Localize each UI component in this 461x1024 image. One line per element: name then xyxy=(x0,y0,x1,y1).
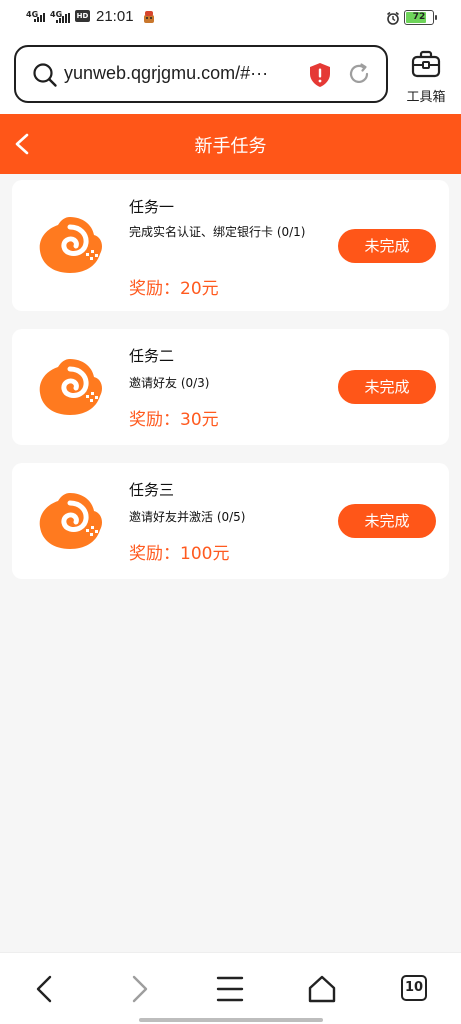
task-card: 任务三 邀请好友并激活 (0/5) 奖励：100元 未完成 xyxy=(12,463,449,579)
signal-icon xyxy=(34,13,45,22)
task-card: 任务二 邀请好友 (0/3) 奖励：30元 未完成 xyxy=(12,329,449,445)
task-status-button[interactable]: 未完成 xyxy=(338,229,436,263)
reload-icon[interactable] xyxy=(347,62,371,86)
alarm-icon xyxy=(387,11,399,25)
page-title: 新手任务 xyxy=(194,136,267,157)
toolbox-button[interactable]: 工具箱 xyxy=(398,46,454,106)
battery-level: 72 xyxy=(412,12,426,22)
mascot-icon xyxy=(144,11,154,23)
task-description: 完成实名认证、绑定银行卡 (0/1) xyxy=(129,225,306,239)
security-shield-icon[interactable] xyxy=(309,62,331,88)
task-description: 邀请好友 (0/3) xyxy=(129,376,210,390)
task-list: 任务一 完成实名认证、绑定银行卡 (0/1) 奖励：20元 未完成 任务二 邀请… xyxy=(12,180,449,597)
task-description: 邀请好友并激活 (0/5) xyxy=(129,510,246,524)
hd-badge: HD xyxy=(75,10,90,22)
battery-indicator: 72 xyxy=(404,10,437,25)
signal-icon-2 xyxy=(56,13,70,23)
task-reward: 奖励：30元 xyxy=(129,410,219,430)
app-logo-icon xyxy=(39,217,102,273)
toolbox-icon xyxy=(411,50,441,78)
task-reward: 奖励：100元 xyxy=(129,544,230,564)
app-logo-icon xyxy=(39,493,102,549)
search-icon xyxy=(33,63,57,87)
browser-bottom-nav: 10 xyxy=(0,952,461,1024)
task-status-button[interactable]: 未完成 xyxy=(338,370,436,404)
home-indicator xyxy=(139,1018,323,1022)
task-card: 任务一 完成实名认证、绑定银行卡 (0/1) 奖励：20元 未完成 xyxy=(12,180,449,311)
task-title: 任务一 xyxy=(129,198,175,216)
task-title: 任务三 xyxy=(129,481,175,499)
app-logo-icon xyxy=(39,359,102,415)
task-title: 任务二 xyxy=(129,347,175,365)
task-status-button[interactable]: 未完成 xyxy=(338,504,436,538)
nav-forward-icon[interactable] xyxy=(122,973,154,1005)
status-bar: 4G 4G HD 21:01 72 xyxy=(0,0,461,38)
home-icon[interactable] xyxy=(306,973,338,1005)
menu-icon[interactable] xyxy=(214,973,246,1005)
browser-address-bar: yunweb.qgrjgmu.com/#··· 工具箱 xyxy=(0,38,461,114)
toolbox-label: 工具箱 xyxy=(406,90,446,105)
url-field[interactable]: yunweb.qgrjgmu.com/#··· xyxy=(14,45,388,103)
nav-back-icon[interactable] xyxy=(30,973,62,1005)
tab-count-button[interactable]: 10 xyxy=(401,975,427,1001)
url-text[interactable]: yunweb.qgrjgmu.com/#··· xyxy=(64,63,296,84)
status-time: 21:01 xyxy=(96,8,134,25)
task-reward: 奖励：20元 xyxy=(129,279,219,299)
page-header: 新手任务 xyxy=(0,114,461,174)
